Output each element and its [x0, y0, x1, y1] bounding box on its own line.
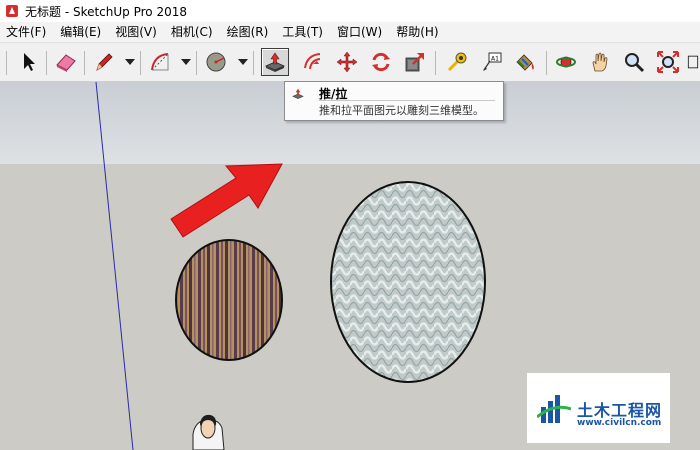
push-pull-tooltip: 推/拉 推和拉平面图元以雕刻三维模型。	[284, 81, 504, 121]
magnifier-icon	[625, 53, 645, 73]
textured-ellipse-face[interactable]	[330, 181, 486, 383]
select-tool-button[interactable]	[14, 48, 42, 76]
shape-tool-dropdown[interactable]	[238, 59, 248, 65]
striped-ellipse-face[interactable]	[175, 239, 283, 361]
title-bar: 无标题 - SketchUp Pro 2018	[0, 0, 700, 22]
sketchup-app-icon	[6, 5, 18, 17]
paint-bucket-tool-button[interactable]	[511, 48, 539, 76]
tape-measure-tool-button[interactable]	[443, 48, 471, 76]
rotate-icon	[372, 52, 390, 72]
hand-icon	[592, 52, 608, 72]
pan-tool-button[interactable]	[586, 48, 614, 76]
menu-bar: 文件(F) 编辑(E) 视图(V) 相机(C) 绘图(R) 工具(T) 窗口(W…	[0, 22, 700, 43]
toolbar: A1	[0, 43, 700, 82]
toolbar-separator	[84, 51, 85, 75]
window-title: 无标题 - SketchUp Pro 2018	[25, 4, 187, 19]
menu-edit[interactable]: 编辑(E)	[53, 22, 108, 42]
toolbar-separator	[46, 51, 47, 75]
menu-file[interactable]: 文件(F)	[0, 22, 53, 42]
toolbar-separator	[140, 51, 141, 75]
svg-text:A1: A1	[491, 56, 499, 63]
pencil-icon	[96, 53, 113, 71]
tape-measure-icon	[447, 52, 467, 72]
offset-tool-button[interactable]	[299, 48, 327, 76]
menu-window[interactable]: 窗口(W)	[330, 22, 389, 42]
arc-icon	[151, 53, 169, 71]
text-tool-button[interactable]: A1	[477, 48, 505, 76]
eraser-icon	[56, 54, 76, 72]
menu-view[interactable]: 视图(V)	[108, 22, 164, 42]
menu-tools[interactable]: 工具(T)	[275, 22, 330, 42]
push-pull-tool-button[interactable]	[261, 48, 289, 76]
tooltip-description: 推和拉平面图元以雕刻三维模型。	[319, 104, 484, 117]
blue-axis-line	[95, 82, 134, 450]
toolbar-grip	[6, 51, 7, 75]
menu-draw[interactable]: 绘图(R)	[220, 22, 276, 42]
shape-tool-button[interactable]	[202, 48, 230, 76]
push-pull-icon	[265, 52, 285, 72]
person-figure[interactable]	[192, 414, 225, 450]
text-label-icon: A1	[483, 52, 502, 71]
offset-icon	[304, 53, 321, 70]
line-tool-button[interactable]	[90, 48, 118, 76]
arc-tool-dropdown[interactable]	[181, 59, 191, 65]
tooltip-divider	[319, 100, 495, 101]
menu-help[interactable]: 帮助(H)	[389, 22, 445, 42]
eraser-tool-button[interactable]	[52, 48, 80, 76]
scale-icon	[405, 53, 424, 72]
red-pointer-arrow-icon	[170, 163, 283, 238]
circle-icon	[206, 52, 226, 72]
arrow-cursor-icon	[24, 53, 35, 71]
toolbar-separator	[196, 51, 197, 75]
zoom-extents-icon	[657, 51, 679, 73]
arc-tool-button[interactable]	[146, 48, 174, 76]
paint-bucket-icon	[516, 54, 534, 71]
zoom-window-tool-button[interactable]	[686, 48, 700, 76]
rotate-tool-button[interactable]	[367, 48, 395, 76]
push-pull-icon	[292, 88, 304, 99]
toolbar-separator	[435, 51, 436, 75]
toolbar-separator	[546, 51, 547, 75]
zoom-window-icon	[687, 55, 699, 69]
zoom-tool-button[interactable]	[620, 48, 648, 76]
move-arrows-icon	[336, 51, 358, 73]
scale-tool-button[interactable]	[401, 48, 429, 76]
zoom-extents-tool-button[interactable]	[654, 48, 682, 76]
orbit-icon	[556, 56, 576, 68]
line-tool-dropdown[interactable]	[125, 59, 135, 65]
menu-camera[interactable]: 相机(C)	[164, 22, 220, 42]
move-tool-button[interactable]	[333, 48, 361, 76]
civilcn-watermark: 土木工程网 www.civilcn.com	[527, 373, 670, 443]
orbit-tool-button[interactable]	[552, 48, 580, 76]
watermark-url: www.civilcn.com	[577, 418, 662, 428]
civilcn-logo-icon	[537, 395, 571, 423]
toolbar-separator	[253, 51, 254, 75]
